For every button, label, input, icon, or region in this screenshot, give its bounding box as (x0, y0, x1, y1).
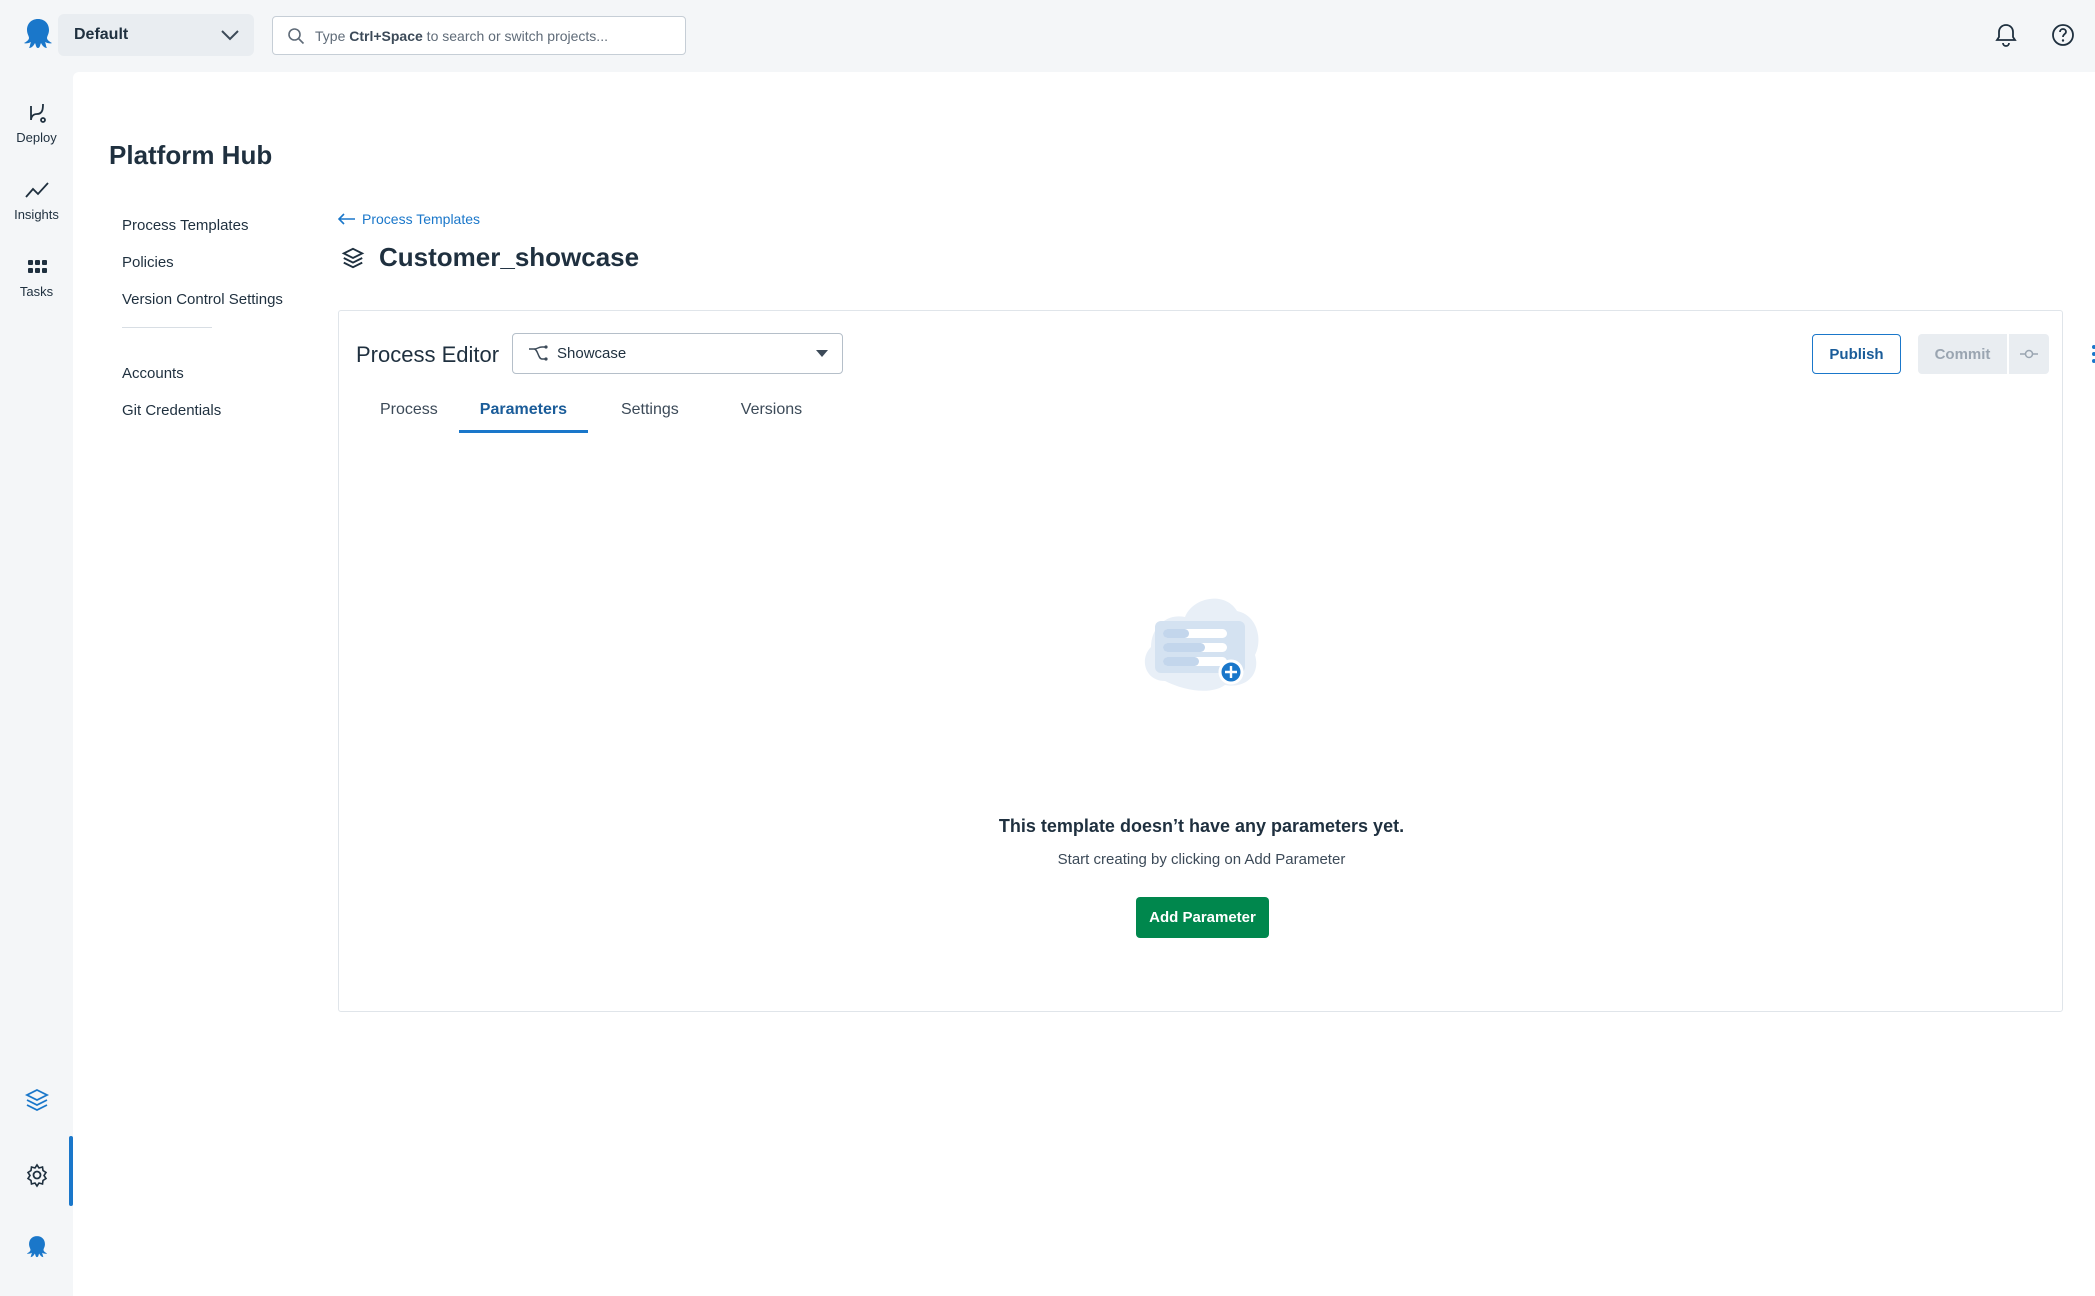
process-select-value: Showcase (557, 345, 627, 362)
chevron-down-icon (221, 30, 239, 41)
rail-item-tasks[interactable]: Tasks (0, 256, 73, 299)
octopus-logo-icon[interactable] (20, 16, 56, 52)
octopus-logo-icon (26, 1236, 47, 1258)
rail-label: Insights (14, 207, 59, 222)
caret-down-icon (816, 349, 828, 357)
subnav-item-version-control-settings[interactable]: Version Control Settings (122, 290, 322, 327)
bell-icon[interactable] (1993, 22, 2019, 48)
more-options-button[interactable] (2079, 339, 2095, 369)
insights-icon (24, 182, 49, 198)
add-parameter-button[interactable]: Add Parameter (1136, 897, 1269, 938)
search-placeholder: Type Ctrl+Space to search or switch proj… (315, 27, 608, 44)
rail-label: Tasks (19, 284, 54, 299)
empty-parameters-illustration (1144, 598, 1259, 691)
tab-settings[interactable]: Settings (588, 393, 712, 433)
help-icon[interactable] (2050, 22, 2076, 48)
page-title: Platform Hub (109, 140, 273, 170)
layers-icon (341, 247, 365, 268)
back-link-label: Process Templates (362, 211, 481, 227)
search-input[interactable]: Type Ctrl+Space to search or switch proj… (272, 16, 686, 55)
space-name: Default (74, 26, 129, 43)
subnav-item-accounts[interactable]: Accounts (122, 364, 322, 401)
main-panel: Platform Hub Process Templates Policies … (73, 72, 2095, 1296)
subnav-item-policies[interactable]: Policies (122, 253, 322, 290)
deploy-icon (29, 103, 46, 123)
template-header: Customer_showcase (341, 242, 639, 273)
rail-item-deploy[interactable]: Deploy (0, 102, 73, 145)
process-editor-heading: Process Editor (356, 342, 500, 367)
tab-parameters[interactable]: Parameters (458, 393, 588, 433)
space-switcher[interactable]: Default (58, 14, 254, 56)
template-name: Customer_showcase (379, 242, 640, 272)
commit-options-button[interactable] (2009, 334, 2049, 374)
commit-button[interactable]: Commit (1918, 334, 2007, 374)
editor-tabs: Process Parameters Settings Versions (359, 393, 823, 433)
git-commit-icon (2020, 349, 2038, 359)
empty-state-subtitle: Start creating by clicking on Add Parame… (1057, 851, 1346, 868)
rail-item-configuration[interactable] (0, 1162, 73, 1188)
subnav-item-process-templates[interactable]: Process Templates (122, 216, 322, 253)
left-rail: Deploy Insights Tasks (0, 72, 73, 1296)
subnav-divider (122, 327, 212, 328)
arrow-left-icon (338, 213, 355, 225)
top-bar: Default Type Ctrl+Space to search or swi… (0, 0, 2095, 72)
platform-hub-subnav: Process Templates Policies Version Contr… (122, 216, 322, 438)
process-editor-card: Process Editor Showcase Publish Commit P… (338, 310, 2095, 1012)
back-link[interactable]: Process Templates (338, 211, 480, 227)
rail-item-profile[interactable] (0, 1234, 73, 1260)
platform-hub-icon (24, 1088, 49, 1112)
tab-versions[interactable]: Versions (712, 393, 823, 433)
subnav-item-git-credentials[interactable]: Git Credentials (122, 401, 322, 438)
search-icon (288, 27, 305, 44)
tasks-icon (27, 260, 47, 273)
publish-button[interactable]: Publish (1812, 334, 1901, 374)
process-flow-icon (529, 344, 548, 361)
tab-process[interactable]: Process (359, 393, 459, 433)
rail-label: Deploy (16, 130, 57, 145)
more-vertical-icon (2092, 345, 2095, 363)
empty-state-title: This template doesn’t have any parameter… (998, 816, 1405, 836)
rail-item-platform-hub[interactable] (0, 1087, 73, 1113)
rail-item-insights[interactable]: Insights (0, 179, 73, 222)
process-select[interactable]: Showcase (512, 333, 843, 374)
gear-icon (26, 1163, 47, 1188)
